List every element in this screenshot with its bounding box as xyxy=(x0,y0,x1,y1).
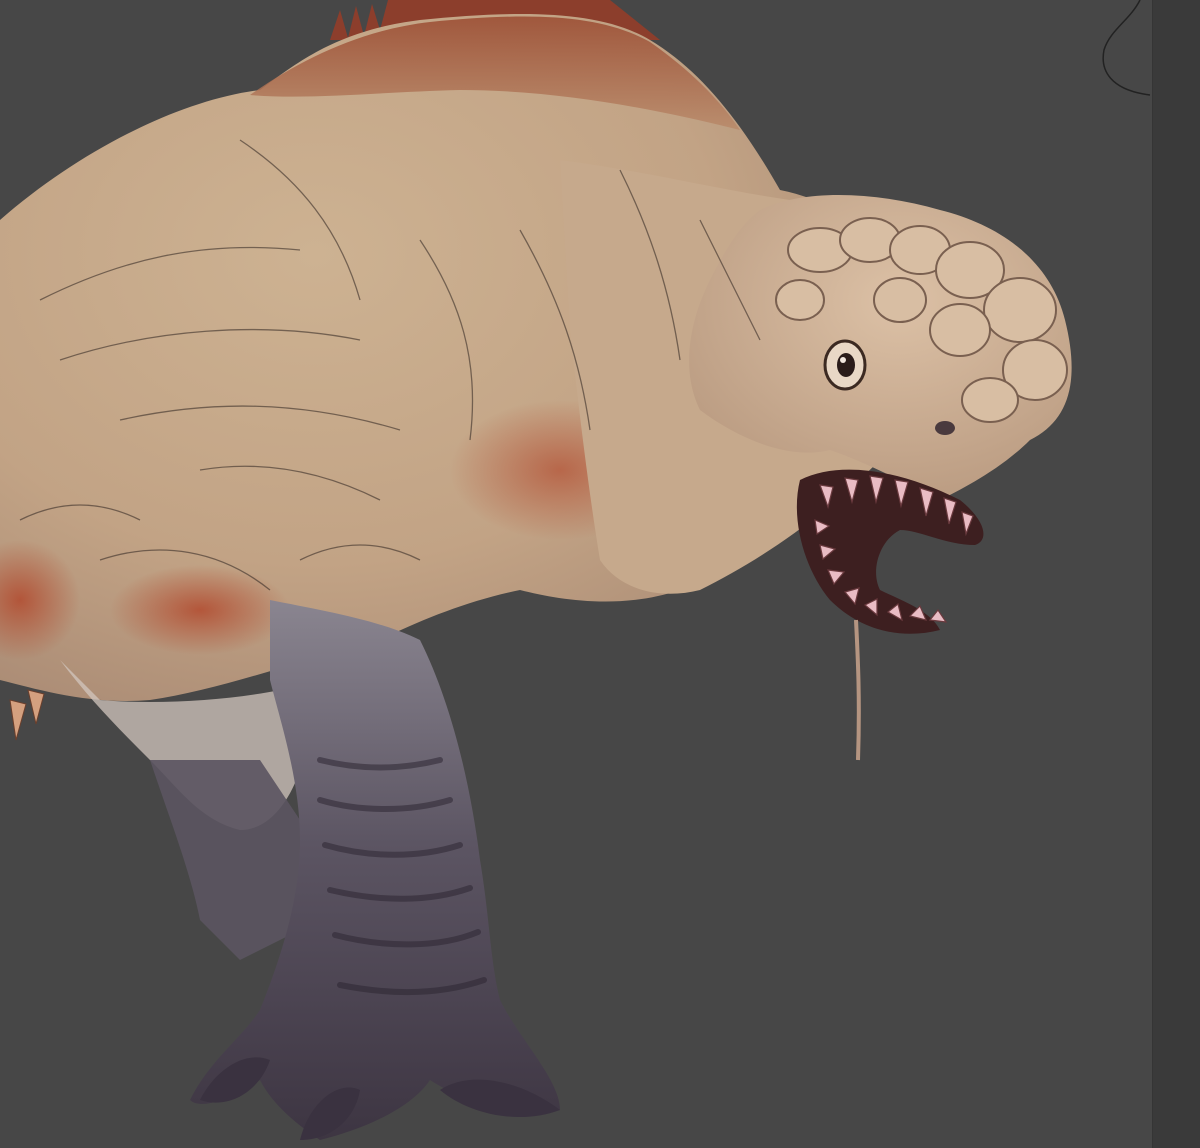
side-panel[interactable] xyxy=(1152,0,1200,1148)
drawing-canvas[interactable] xyxy=(0,0,1152,1148)
creature-artwork xyxy=(0,0,1151,1140)
chest-blush xyxy=(110,565,290,655)
creature-nostril xyxy=(935,421,955,435)
creature-eye xyxy=(823,339,867,391)
far-leg xyxy=(150,760,300,960)
sketch-contour xyxy=(1102,0,1151,96)
arm-claws xyxy=(9,689,45,741)
drool-strand xyxy=(854,619,861,761)
